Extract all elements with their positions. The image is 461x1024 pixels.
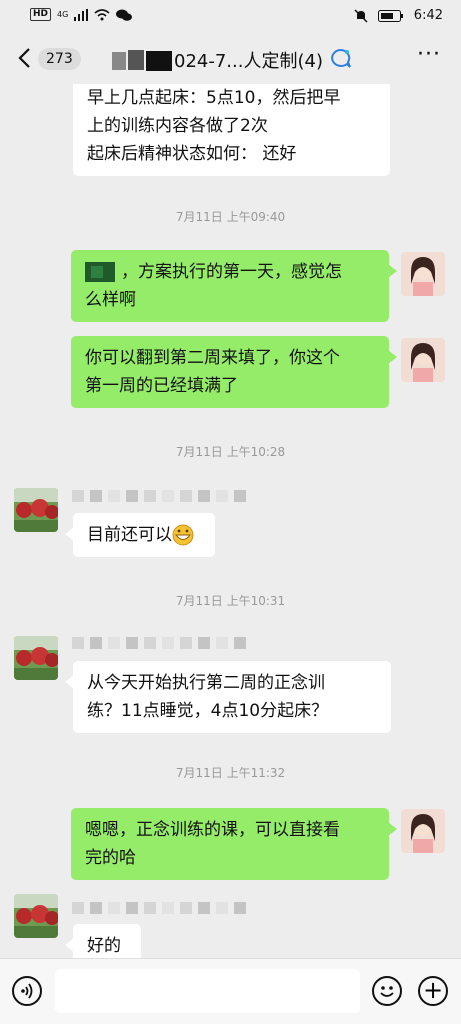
plus-icon[interactable]: + — [418, 976, 448, 1006]
timestamp: 7月11日 上午10:28 — [175, 445, 286, 459]
my-avatar[interactable] — [401, 252, 445, 296]
message-bubble[interactable]: 早上几点起床：5点10，然后把早 上的训练内容各做了2次 起床后精神状态如何： … — [73, 84, 390, 176]
voice-input-icon[interactable] — [12, 976, 42, 1006]
network-indicator: 4G — [57, 10, 69, 19]
message-line: 好的 — [87, 936, 121, 956]
message-bubble[interactable]: 目前还可以 — [65, 513, 215, 557]
signal-icon — [74, 8, 89, 21]
message-line: 你可以翻到第二周来填了，你这个 — [85, 348, 340, 368]
more-options-icon[interactable]: ··· — [417, 42, 441, 67]
battery-icon — [377, 9, 403, 22]
wechat-notification-icon — [116, 9, 133, 21]
message-line: 么样啊 — [85, 290, 136, 310]
redacted-sender-name — [72, 637, 246, 651]
emoji-icon[interactable] — [372, 976, 402, 1006]
status-bar: HD 4G 6:42 — [0, 0, 461, 32]
chat-area[interactable]: 早上几点起床：5点10，然后把早 上的训练内容各做了2次 起床后精神状态如何： … — [0, 84, 461, 958]
my-avatar[interactable] — [401, 809, 445, 853]
message-line: 目前还可以 — [87, 525, 172, 545]
message-line: 从今天开始执行第二周的正念训 — [87, 673, 325, 693]
wifi-icon — [94, 8, 110, 20]
chat-title: 024-7...人定制(4) — [174, 51, 323, 72]
chat-header: 273 024-7...人定制(4) ··· — [0, 32, 461, 84]
message-line: 完的哈 — [85, 848, 136, 868]
contact-avatar[interactable] — [14, 636, 58, 680]
enterprise-chat-icon — [331, 48, 351, 68]
message-line: 嗯嗯，正念训练的课，可以直接看 — [85, 820, 340, 840]
message-line: 练？11点睡觉，4点10分起床？ — [87, 701, 329, 721]
redacted-sender-name — [72, 902, 246, 916]
message-input[interactable] — [55, 969, 360, 1013]
message-line: 上的训练内容各做了2次 — [87, 116, 268, 136]
message-bubble[interactable]: 从今天开始执行第二周的正念训 练？11点睡觉，4点10分起床？ — [65, 661, 391, 733]
unread-count-badge[interactable]: 273 — [38, 48, 81, 70]
timestamp: 7月11日 上午09:40 — [175, 210, 286, 224]
message-line: 早上几点起床：5点10，然后把早 — [87, 88, 341, 108]
message-line: 第一周的已经填满了 — [85, 376, 238, 396]
timestamp: 7月11日 上午10:31 — [175, 594, 286, 608]
message-line: ，方案执行的第一天，感觉怎 — [121, 262, 342, 282]
hd-indicator: HD — [30, 8, 52, 21]
message-bubble[interactable]: ，方案执行的第一天，感觉怎 么样啊 — [71, 250, 397, 322]
input-bar: + — [0, 958, 461, 1024]
timestamp: 7月11日 上午11:32 — [175, 766, 286, 780]
redacted-sender-name — [72, 490, 246, 504]
contact-avatar[interactable] — [14, 894, 58, 938]
clock: 6:42 — [413, 8, 443, 23]
redacted-name-block — [85, 262, 115, 282]
message-bubble[interactable]: 你可以翻到第二周来填了，你这个 第一周的已经填满了 — [71, 336, 397, 408]
contact-avatar[interactable] — [14, 488, 58, 532]
redacted-title-block — [112, 50, 172, 71]
message-bubble[interactable]: 嗯嗯，正念训练的课，可以直接看 完的哈 — [71, 808, 397, 880]
my-avatar[interactable] — [401, 338, 445, 382]
mute-bell-icon — [354, 8, 368, 23]
back-arrow-icon[interactable] — [14, 46, 38, 70]
message-line: 起床后精神状态如何： 还好 — [87, 144, 297, 164]
grin-emoji — [172, 524, 194, 546]
message-bubble[interactable]: 好的 — [65, 924, 141, 958]
